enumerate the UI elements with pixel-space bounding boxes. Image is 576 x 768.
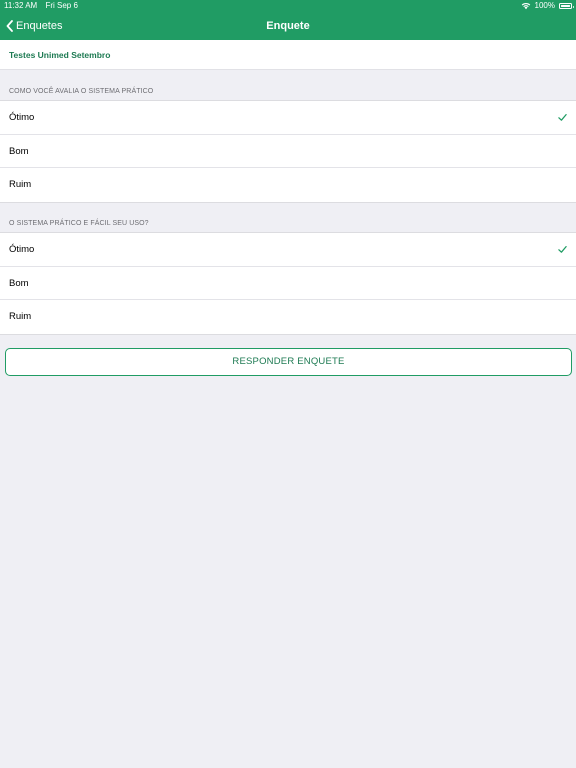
top-bar: 11:32 AM Fri Sep 6 100% Enquetes Enquete bbox=[0, 0, 576, 40]
wifi-icon bbox=[521, 2, 530, 10]
option-label: Ruim bbox=[9, 311, 32, 322]
battery-percent: 100% bbox=[534, 1, 555, 10]
question-1-option-ruim[interactable]: Ruim bbox=[0, 168, 576, 202]
question-1-header: COMO VOCÊ AVALIA O SISTEMA PRÁTICO bbox=[9, 88, 154, 95]
status-time: 11:32 AM bbox=[4, 1, 38, 10]
survey-title: Testes Unimed Setembro bbox=[9, 50, 111, 60]
question-1-options: Ótimo Bom Ruim bbox=[0, 100, 576, 203]
question-2-option-otimo[interactable]: Ótimo bbox=[0, 233, 576, 267]
status-bar: 11:32 AM Fri Sep 6 100% bbox=[0, 0, 576, 12]
page-title: Enquete bbox=[266, 20, 310, 32]
chevron-left-icon bbox=[6, 20, 13, 32]
back-button[interactable]: Enquetes bbox=[6, 16, 62, 36]
question-1-option-bom[interactable]: Bom bbox=[0, 135, 576, 168]
question-2-option-ruim[interactable]: Ruim bbox=[0, 300, 576, 334]
option-label: Bom bbox=[9, 277, 29, 289]
option-label: Ótimo bbox=[9, 244, 35, 255]
back-label: Enquetes bbox=[16, 20, 63, 32]
option-label: Ruim bbox=[9, 179, 32, 190]
question-2-option-bom[interactable]: Bom bbox=[0, 267, 576, 300]
submit-survey-button[interactable]: RESPONDER ENQUETE bbox=[5, 348, 572, 376]
question-1-option-otimo[interactable]: Ótimo bbox=[0, 101, 576, 135]
question-2-header: O SISTEMA PRÁTICO E FÁCIL SEU USO? bbox=[9, 220, 149, 227]
survey-title-row: Testes Unimed Setembro bbox=[0, 40, 576, 70]
checkmark-icon bbox=[558, 245, 567, 253]
option-label: Bom bbox=[9, 145, 29, 157]
question-2-options: Ótimo Bom Ruim bbox=[0, 232, 576, 335]
option-label: Ótimo bbox=[9, 112, 35, 123]
navigation-bar: Enquetes Enquete bbox=[0, 12, 576, 40]
checkmark-icon bbox=[558, 113, 567, 121]
status-date: Fri Sep 6 bbox=[45, 1, 78, 10]
battery-icon bbox=[559, 3, 574, 9]
